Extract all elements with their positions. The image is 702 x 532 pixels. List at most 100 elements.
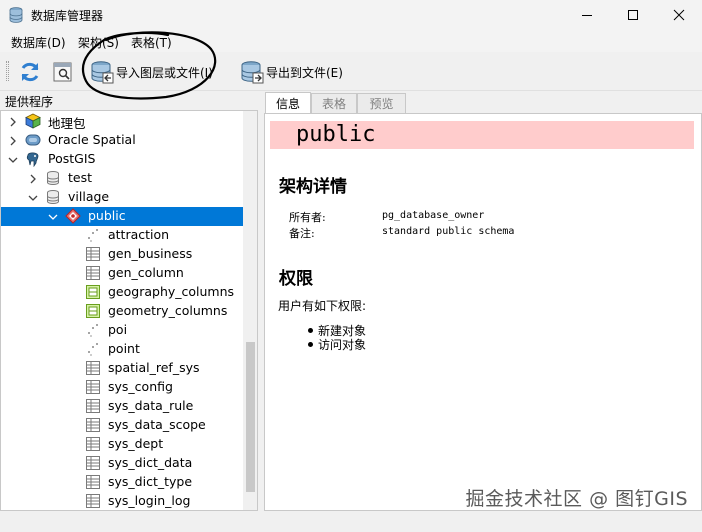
maximize-icon <box>628 10 638 20</box>
view-icon <box>85 284 101 300</box>
status-bar <box>0 511 702 532</box>
export-database-icon <box>241 61 264 84</box>
tab-preview[interactable]: 预览 <box>357 93 406 113</box>
tree-item[interactable]: test <box>1 169 243 188</box>
tree-item[interactable]: sys_data_rule <box>1 397 243 416</box>
chevron-down-icon[interactable] <box>8 155 18 165</box>
schema-banner: public <box>270 121 694 149</box>
tab-table[interactable]: 表格 <box>311 93 357 113</box>
tree-vertical-scrollbar[interactable] <box>243 111 257 510</box>
schema-icon <box>65 208 81 224</box>
refresh-icon <box>21 62 39 82</box>
sql-window-icon <box>53 62 72 82</box>
database-manager-icon <box>9 7 23 23</box>
tree-item[interactable]: poi <box>1 321 243 340</box>
tree-item-label: poi <box>108 322 128 337</box>
table-icon <box>85 398 101 414</box>
tree-item-label: sys_data_scope <box>108 417 206 432</box>
chevron-down-icon[interactable] <box>48 212 58 222</box>
point-layer-icon <box>85 341 101 357</box>
tree-item-label: attraction <box>108 227 170 242</box>
comment-label: 备注: <box>289 227 315 240</box>
info-pane: public 架构详情 所有者: pg_database_owner 备注: s… <box>264 113 702 511</box>
table-icon <box>85 246 101 262</box>
database-icon <box>45 189 61 205</box>
tree-item-label: sys_data_rule <box>108 398 194 413</box>
table-icon <box>85 417 101 433</box>
tree-item[interactable]: gen_business <box>1 245 243 264</box>
tree-item[interactable]: attraction <box>1 226 243 245</box>
table-icon <box>85 360 101 376</box>
tree-item-label: sys_dept <box>108 436 164 451</box>
tree-item[interactable]: PostGIS <box>1 150 243 169</box>
title-bar: 数据库管理器 <box>0 0 702 30</box>
tree-item-label: sys_config <box>108 379 173 394</box>
tree-item-label: geometry_columns <box>108 303 228 318</box>
tree-item-label: public <box>88 208 126 223</box>
tree-item[interactable]: village <box>1 188 243 207</box>
bullet <box>308 342 313 347</box>
window-title: 数据库管理器 <box>31 9 104 23</box>
owner-value: pg_database_owner <box>382 210 485 221</box>
close-button[interactable] <box>656 0 702 30</box>
database-icon <box>45 170 61 186</box>
tab-info[interactable]: 信息 <box>265 92 311 113</box>
tree-item[interactable]: sys_dict_data <box>1 454 243 473</box>
close-icon <box>673 9 685 21</box>
table-icon <box>85 474 101 490</box>
geopackage-icon <box>25 113 41 129</box>
scrollbar-thumb[interactable] <box>246 342 255 492</box>
tree-item-label: sys_dict_type <box>108 474 193 489</box>
chevron-right-icon[interactable] <box>8 136 18 146</box>
tree-item[interactable]: sys_dept <box>1 435 243 454</box>
tree-item[interactable]: 地理包 <box>1 112 243 131</box>
table-icon <box>85 379 101 395</box>
tree-item[interactable]: point <box>1 340 243 359</box>
bullet <box>308 328 313 333</box>
tree-item-label: spatial_ref_sys <box>108 360 200 375</box>
minimize-icon <box>582 15 592 16</box>
minimize-button[interactable] <box>564 0 610 30</box>
tree-item[interactable]: geography_columns <box>1 283 243 302</box>
point-layer-icon <box>85 227 101 243</box>
tree-item[interactable]: sys_config <box>1 378 243 397</box>
tree-item-label: gen_column <box>108 265 184 280</box>
tree-item[interactable]: geometry_columns <box>1 302 243 321</box>
tree-item-label: test <box>68 170 93 185</box>
table-icon <box>85 493 101 509</box>
tree-item[interactable]: Oracle Spatial <box>1 131 243 150</box>
tree-item-label: gen_business <box>108 246 193 261</box>
privileges-heading: 权限 <box>279 269 313 289</box>
providers-tree[interactable]: sys_login_log sys_dict_type sys_dict_data s… <box>0 110 258 511</box>
tree-item-label: sys_login_log <box>108 493 191 508</box>
maximize-button[interactable] <box>610 0 656 30</box>
table-icon <box>85 436 101 452</box>
tree-item-label: sys_dict_data <box>108 455 193 470</box>
table-icon <box>85 265 101 281</box>
tree-item[interactable]: sys_login_log <box>1 492 243 510</box>
tree-item-label: PostGIS <box>48 151 96 166</box>
point-layer-icon <box>85 322 101 338</box>
tree-item-label: village <box>68 189 110 204</box>
providers-panel-title: 提供程序 <box>5 95 54 109</box>
chevron-right-icon[interactable] <box>8 117 18 127</box>
export-file-label: 导出到文件(E) <box>266 65 343 80</box>
chevron-right-icon[interactable] <box>28 174 38 184</box>
export-file-button[interactable]: 导出到文件(E) <box>240 59 343 85</box>
details-heading: 架构详情 <box>279 177 347 197</box>
schema-name: public <box>296 122 376 147</box>
menu-database[interactable]: 数据库(D) <box>11 34 66 51</box>
tree-item-label: 地理包 <box>48 116 86 131</box>
tree-item[interactable]: spatial_ref_sys <box>1 359 243 378</box>
refresh-button[interactable] <box>18 59 42 85</box>
table-icon <box>85 455 101 471</box>
tree-item[interactable]: sys_dict_type <box>1 473 243 492</box>
tree-item[interactable]: sys_data_scope <box>1 416 243 435</box>
toolbar-grip[interactable] <box>6 61 9 81</box>
chevron-down-icon[interactable] <box>28 193 38 203</box>
owner-label: 所有者: <box>289 211 326 224</box>
tree-item-label: geography_columns <box>108 284 235 299</box>
tree-item[interactable]: gen_column <box>1 264 243 283</box>
sql-window-button[interactable] <box>52 59 74 85</box>
tree-item[interactable]: public <box>1 207 243 226</box>
